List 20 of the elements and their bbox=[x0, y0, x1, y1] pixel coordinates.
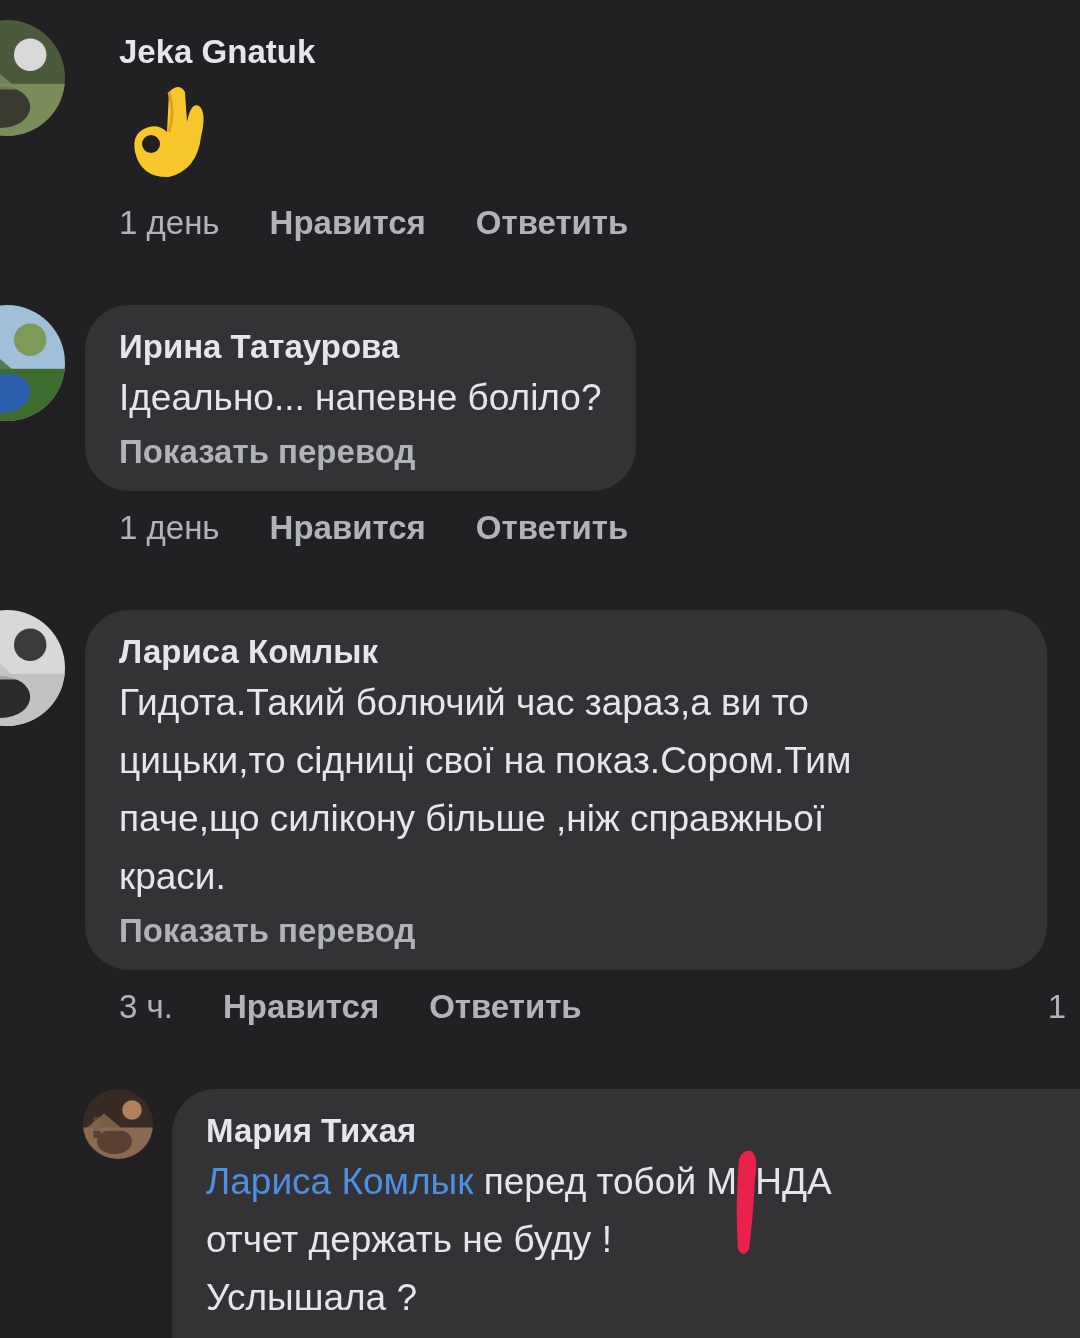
show-translation-link[interactable]: Показать перевод bbox=[119, 906, 416, 956]
author-name: Jeka Gnatuk bbox=[119, 32, 316, 72]
like-button[interactable]: Нравится bbox=[269, 509, 426, 547]
reply-count: 1 bbox=[1047, 988, 1066, 1026]
comment-time: 1 день bbox=[119, 509, 220, 547]
mention-link[interactable]: Лариса Комлык bbox=[206, 1161, 474, 1202]
author-name: Лариса Комлык bbox=[119, 632, 379, 672]
author-name: Мария Тихая bbox=[206, 1111, 418, 1151]
reply-button[interactable]: Ответить bbox=[475, 204, 629, 242]
comment-text: Ідеально... напевне боліло? bbox=[119, 376, 602, 420]
author-name: Ирина Татаурова bbox=[119, 327, 401, 367]
reply-button[interactable]: Ответить bbox=[475, 509, 629, 547]
comment-time: 3 ч. bbox=[119, 988, 173, 1026]
like-button[interactable]: Нравится bbox=[269, 204, 426, 242]
reply-button[interactable]: Ответить bbox=[429, 988, 582, 1026]
show-translation-link[interactable]: Показать перевод bbox=[119, 427, 416, 477]
like-button[interactable]: Нравится bbox=[222, 988, 380, 1026]
comment-text: Гидота.Такий болючий час зараз,а ви то цицьки,то сідниці свої на показ.Сором.Тим паче,що силікону більше ,ніж справжньої краси. bbox=[119, 681, 853, 899]
comment-time: 1 день bbox=[119, 204, 220, 242]
reply-text: Лариса Комлык перед тобой М НДА отчет держать не буду ! Услышала ? bbox=[206, 1153, 1080, 1327]
